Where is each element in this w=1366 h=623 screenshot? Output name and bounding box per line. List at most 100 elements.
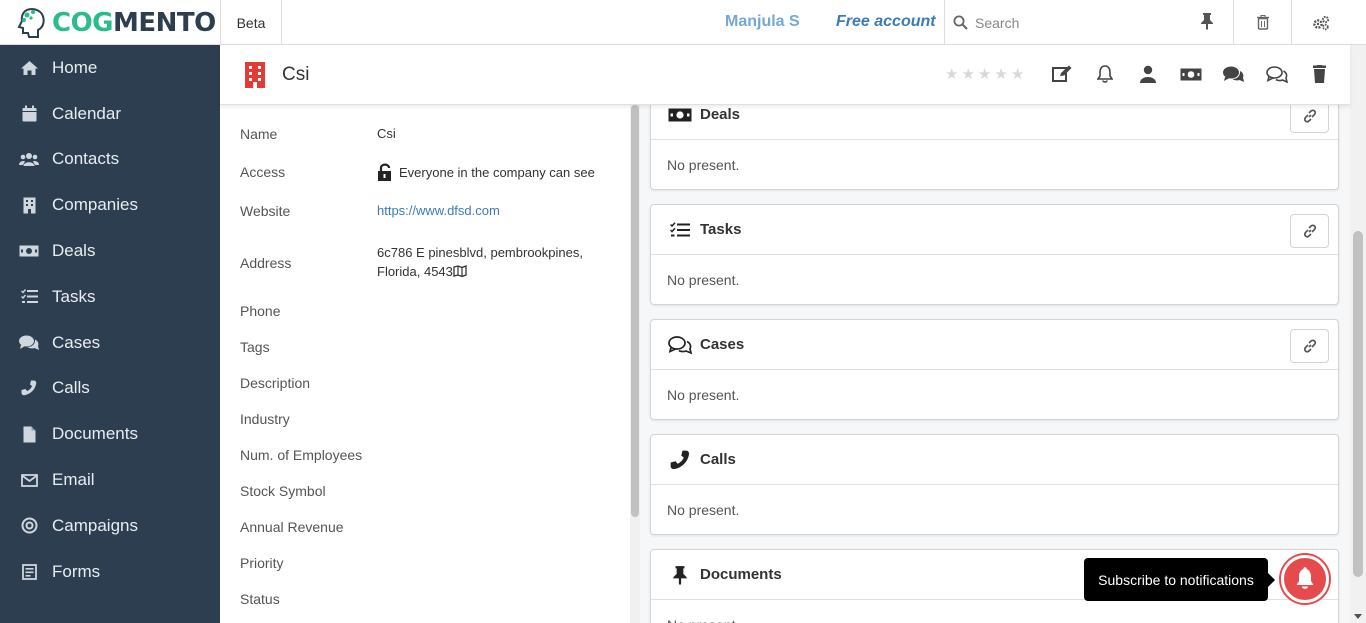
sidebar-item-label: Calls bbox=[52, 378, 90, 398]
scroll-down-arrow-icon[interactable] bbox=[1354, 614, 1362, 619]
search-box[interactable] bbox=[944, 0, 1233, 45]
card-body: No present. bbox=[667, 386, 740, 403]
field-label: Access bbox=[240, 164, 286, 180]
beta-label: Beta bbox=[221, 0, 282, 45]
search-input[interactable] bbox=[975, 14, 1195, 31]
sidebar-item-label: Companies bbox=[52, 195, 138, 215]
envelope-icon bbox=[19, 471, 39, 489]
sidebar-item-label: Tasks bbox=[52, 286, 96, 306]
sidebar-item-tasks[interactable]: Tasks bbox=[0, 274, 220, 320]
card-title: Calls bbox=[700, 451, 736, 468]
tasks-icon bbox=[668, 221, 692, 238]
card-body: No present. bbox=[667, 156, 740, 173]
sidebar-item-contacts[interactable]: Contacts bbox=[0, 137, 220, 183]
bell-icon[interactable] bbox=[1083, 63, 1126, 85]
pin-icon[interactable] bbox=[1200, 12, 1214, 35]
settings-button[interactable] bbox=[1291, 0, 1349, 45]
field-label: Num. of Employees bbox=[240, 447, 363, 463]
star-icon[interactable]: ★ bbox=[994, 67, 1007, 82]
rating-stars[interactable]: ★ ★ ★ ★ ★ bbox=[945, 67, 1024, 82]
card-body: No present. bbox=[667, 271, 740, 288]
sidebar-item-label: Documents bbox=[52, 424, 138, 444]
account-type[interactable]: Free account bbox=[836, 13, 936, 31]
page-scrollbar[interactable] bbox=[1350, 45, 1366, 623]
card-header: Tasks bbox=[651, 205, 1338, 255]
link-button[interactable] bbox=[1290, 329, 1329, 363]
sidebar: Home Calendar Contacts Companies Deals T… bbox=[0, 45, 220, 623]
gears-icon bbox=[1312, 15, 1329, 30]
star-icon[interactable]: ★ bbox=[945, 67, 958, 82]
contacts-icon bbox=[19, 150, 39, 168]
card-title: Cases bbox=[700, 336, 745, 353]
sidebar-item-cases[interactable]: Cases bbox=[0, 320, 220, 366]
comments-icon[interactable] bbox=[1212, 63, 1255, 85]
sidebar-item-campaigns[interactable]: Campaigns bbox=[0, 503, 220, 549]
field-label: Description bbox=[240, 375, 311, 391]
trash-button[interactable] bbox=[1233, 0, 1291, 45]
sidebar-item-label: Cases bbox=[52, 332, 101, 352]
sidebar-item-label: Deals bbox=[52, 241, 96, 261]
link-button[interactable] bbox=[1290, 105, 1329, 133]
sidebar-item-email[interactable]: Email bbox=[0, 457, 220, 503]
sidebar-item-label: Calendar bbox=[52, 103, 121, 123]
bullseye-icon bbox=[19, 517, 39, 535]
card-header: Cases bbox=[651, 320, 1338, 370]
field-value: 6c786 E pinesblvd, pembrookpines, Florid… bbox=[377, 243, 617, 281]
related-panel: Deals No present. Tasks No present. Case… bbox=[640, 105, 1350, 623]
card-deals: Deals No present. bbox=[650, 105, 1339, 190]
sidebar-item-documents[interactable]: Documents bbox=[0, 411, 220, 457]
website-link[interactable]: https://www.dfsd.com bbox=[377, 203, 500, 218]
link-button[interactable] bbox=[1290, 214, 1329, 248]
app-logo[interactable]: COGMENTO bbox=[0, 0, 221, 45]
user-name[interactable]: Manjula S bbox=[725, 13, 800, 31]
star-icon[interactable]: ★ bbox=[961, 67, 974, 82]
link-icon bbox=[1303, 224, 1316, 238]
sidebar-item-deals[interactable]: Deals bbox=[0, 228, 220, 274]
phone-icon bbox=[19, 379, 39, 397]
link-icon bbox=[1303, 339, 1316, 353]
link-icon bbox=[1303, 109, 1316, 123]
form-icon bbox=[19, 563, 39, 581]
field-label: Name bbox=[240, 126, 278, 142]
map-icon[interactable] bbox=[453, 265, 467, 278]
star-icon[interactable]: ★ bbox=[1011, 67, 1024, 82]
field-label: Tags bbox=[240, 339, 270, 355]
star-icon[interactable]: ★ bbox=[978, 67, 991, 82]
card-header: Deals bbox=[651, 105, 1338, 140]
card-cases: Cases No present. bbox=[650, 319, 1339, 420]
page-title: Csi bbox=[282, 64, 310, 85]
trash-icon bbox=[1256, 15, 1269, 30]
scrollbar-thumb[interactable] bbox=[1353, 231, 1363, 577]
calendar-icon bbox=[19, 105, 39, 123]
phone-icon bbox=[668, 450, 692, 470]
money-icon[interactable] bbox=[1169, 63, 1212, 85]
trash-icon[interactable] bbox=[1298, 63, 1341, 85]
card-title: Deals bbox=[700, 106, 741, 123]
field-label: Address bbox=[240, 255, 292, 271]
field-label: Industry bbox=[240, 411, 290, 427]
sidebar-item-label: Email bbox=[52, 470, 95, 490]
sidebar-item-home[interactable]: Home bbox=[0, 45, 220, 91]
user-icon[interactable] bbox=[1126, 63, 1169, 85]
field-label: Phone bbox=[240, 303, 281, 319]
building-icon bbox=[244, 61, 266, 94]
top-bar: COGMENTO Beta Manjula S Free account bbox=[0, 0, 1366, 45]
card-calls: Calls No present. bbox=[650, 434, 1339, 535]
details-scrollbar[interactable] bbox=[630, 105, 640, 623]
subscribe-bell-button[interactable] bbox=[1281, 555, 1329, 603]
sidebar-item-calendar[interactable]: Calendar bbox=[0, 91, 220, 137]
edit-icon[interactable] bbox=[1040, 63, 1083, 85]
field-label: Priority bbox=[240, 555, 284, 571]
sidebar-item-label: Home bbox=[52, 57, 98, 77]
money-icon bbox=[19, 242, 39, 260]
search-icon bbox=[945, 15, 975, 30]
sidebar-item-calls[interactable]: Calls bbox=[0, 366, 220, 412]
sidebar-item-label: Campaigns bbox=[52, 515, 138, 535]
sidebar-item-forms[interactable]: Forms bbox=[0, 549, 220, 595]
card-header: Calls bbox=[651, 435, 1338, 485]
sidebar-item-companies[interactable]: Companies bbox=[0, 182, 220, 228]
scrollbar-thumb[interactable] bbox=[631, 105, 639, 517]
sidebar-item-label: Contacts bbox=[52, 149, 120, 169]
comments-outline-icon[interactable] bbox=[1255, 63, 1298, 85]
brain-head-logo-icon bbox=[17, 7, 45, 38]
